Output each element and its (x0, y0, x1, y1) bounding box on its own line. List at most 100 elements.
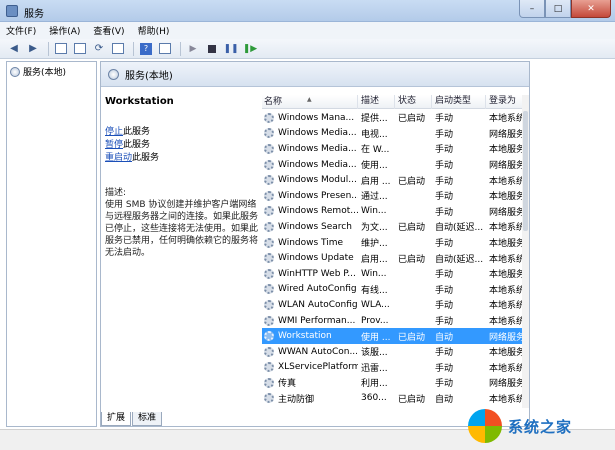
menu-action[interactable]: 操作(A) (49, 24, 80, 37)
table-row[interactable]: WLAN AutoConfig WLA... 手动 本地系统 (262, 297, 529, 313)
close-button[interactable]: ✕ (571, 0, 611, 18)
service-name: Windows Update (278, 253, 354, 264)
cell-description: 为文... (361, 223, 388, 234)
cell-startup-type: 手动 (435, 270, 454, 281)
service-name: WWAN AutoCon... (278, 346, 358, 357)
restart-service-button[interactable]: ❚▶ (242, 42, 258, 56)
table-row[interactable]: Windows Modul... 启用 ... 已启动 手动 本地系统 (262, 172, 529, 188)
pause-service-button[interactable]: ❚❚ (223, 42, 239, 56)
minimize-button[interactable]: – (519, 0, 545, 18)
cell-startup-type: 手动 (435, 363, 454, 374)
table-row[interactable]: Windows Search 为文... 已启动 自动(延迟... 本地系统 (262, 219, 529, 235)
table-row[interactable]: Wired AutoConfig 有线... 手动 本地系统 (262, 282, 529, 298)
cell-description: Prov... (361, 315, 389, 326)
watermark-logo-icon (468, 409, 502, 443)
table-row[interactable]: WWAN AutoCon... 该服... 手动 本地服务 (262, 344, 529, 360)
gear-icon (264, 237, 274, 248)
service-name: Windows Media... (278, 128, 357, 139)
tab-standard[interactable]: 标准 (132, 412, 163, 426)
cell-description: 提供... (361, 114, 388, 125)
table-row[interactable]: WinHTTP Web P... Win... 手动 本地服务 (262, 266, 529, 282)
menu-file[interactable]: 文件(F) (6, 24, 36, 37)
cell-name: Wired AutoConfig (262, 284, 358, 295)
column-header-startup-type[interactable]: 启动类型 (432, 95, 486, 109)
minimize-icon: – (529, 3, 535, 14)
cell-description: 迅雷... (361, 363, 388, 374)
stop-service-icon (208, 44, 216, 53)
service-name: Workstation (278, 331, 332, 342)
column-header-status[interactable]: 状态 (395, 95, 432, 109)
show-hide-button[interactable] (157, 42, 173, 56)
table-row[interactable]: 传真 利用... 手动 网络服务 (262, 375, 529, 391)
service-name: WMI Performan... (278, 315, 356, 326)
window-controls: – □ ✕ (519, 0, 611, 18)
scrollbar-thumb[interactable] (523, 111, 528, 231)
cell-status: 已启动 (398, 332, 426, 343)
table-row[interactable]: Windows Media... 在 W... 手动 本地服务 (262, 141, 529, 157)
tab-extended[interactable]: 扩展 (101, 412, 132, 426)
table-row[interactable]: Windows Remot... Win... 手动 网络服务 (262, 204, 529, 220)
gear-icon (264, 268, 274, 279)
console-tree-button[interactable] (53, 42, 69, 56)
cell-startup-type: 手动 (435, 285, 454, 296)
table-row[interactable]: Windows Update 启用... 已启动 自动(延迟... 本地系统 (262, 250, 529, 266)
vertical-scrollbar[interactable] (522, 95, 529, 408)
table-row[interactable]: Windows Mana... 提供... 已启动 手动 本地系统 (262, 110, 529, 126)
service-actions: 停止此服务 暂停此服务 重启动此服务 (105, 126, 159, 165)
cell-startup-type: 手动 (435, 348, 454, 359)
cell-name: Windows Media... (262, 143, 358, 154)
title-bar: 服务 – □ ✕ (0, 0, 615, 22)
table-row[interactable]: Windows Media... 电视... 手动 网络服务 (262, 126, 529, 142)
services-table: 名称 ▲ 描述 状态 启动类型 登录为 Windows Mana... 提供... 已… (262, 95, 529, 408)
export-list-button[interactable] (110, 42, 126, 56)
table-row[interactable]: Windows Media... 使用... 手动 网络服务 (262, 157, 529, 173)
maximize-button[interactable]: □ (545, 0, 571, 18)
forward-button[interactable]: ▶ (25, 42, 41, 56)
back-button[interactable]: ◀ (6, 42, 22, 56)
table-body: Windows Mana... 提供... 已启动 手动 本地系统 Windows Med… (262, 110, 529, 406)
stop-service-button[interactable] (204, 42, 220, 56)
gear-icon (264, 190, 274, 201)
service-title: Workstation (105, 96, 174, 107)
menu-help[interactable]: 帮助(H) (138, 24, 170, 37)
maximize-icon: □ (553, 3, 563, 14)
cell-startup-type: 自动 (435, 332, 454, 343)
gear-icon (264, 175, 274, 186)
refresh-button[interactable]: ⟳ (91, 42, 107, 56)
tree-item-services-local[interactable]: 服务(本地) (10, 65, 66, 78)
cell-startup-type: 手动 (435, 301, 454, 312)
table-row[interactable]: Windows Time 维护... 手动 本地服务 (262, 235, 529, 251)
table-row[interactable]: WMI Performan... Prov... 手动 本地系统 (262, 313, 529, 329)
column-header-description[interactable]: 描述 (358, 95, 395, 109)
cell-description: WLA... (361, 299, 390, 310)
stop-service-link[interactable]: 停止 (105, 127, 123, 137)
column-header-name[interactable]: 名称 ▲ (262, 95, 358, 109)
service-name: 传真 (278, 379, 297, 390)
cell-name: Workstation (262, 331, 358, 342)
table-row[interactable]: XLServicePlatform 迅雷... 手动 本地系统 (262, 360, 529, 376)
menu-view[interactable]: 查看(V) (93, 24, 124, 37)
gear-icon (264, 393, 274, 404)
cell-startup-type: 手动 (435, 145, 454, 156)
cell-startup-type: 手动 (435, 379, 454, 390)
cell-startup-type: 自动(延迟... (435, 254, 484, 265)
service-name: Windows Mana... (278, 112, 355, 123)
toolbar-separator (133, 41, 134, 56)
properties-button[interactable] (72, 42, 88, 56)
restart-service-link[interactable]: 重启动 (105, 153, 132, 163)
service-name: Wired AutoConfig (278, 284, 357, 295)
gear-icon (264, 159, 274, 170)
link-suffix: 此服务 (123, 127, 151, 137)
console-tree: 服务(本地) (6, 61, 97, 427)
service-name: Windows Search (278, 221, 352, 232)
table-row[interactable]: Workstation 使用 ... 已启动 自动 网络服务 (262, 328, 529, 344)
table-row[interactable]: Windows Presen... 通过... 手动 本地服务 (262, 188, 529, 204)
cell-name: Windows Media... (262, 159, 358, 170)
service-name: Windows Remot... (278, 206, 358, 217)
cell-status: 已启动 (398, 394, 426, 405)
cell-name: Windows Presen... (262, 190, 358, 201)
start-service-button[interactable]: ▶ (185, 42, 201, 56)
help-button[interactable]: ? (138, 42, 154, 56)
properties-icon (74, 43, 86, 54)
pause-service-link[interactable]: 暂停 (105, 140, 123, 150)
